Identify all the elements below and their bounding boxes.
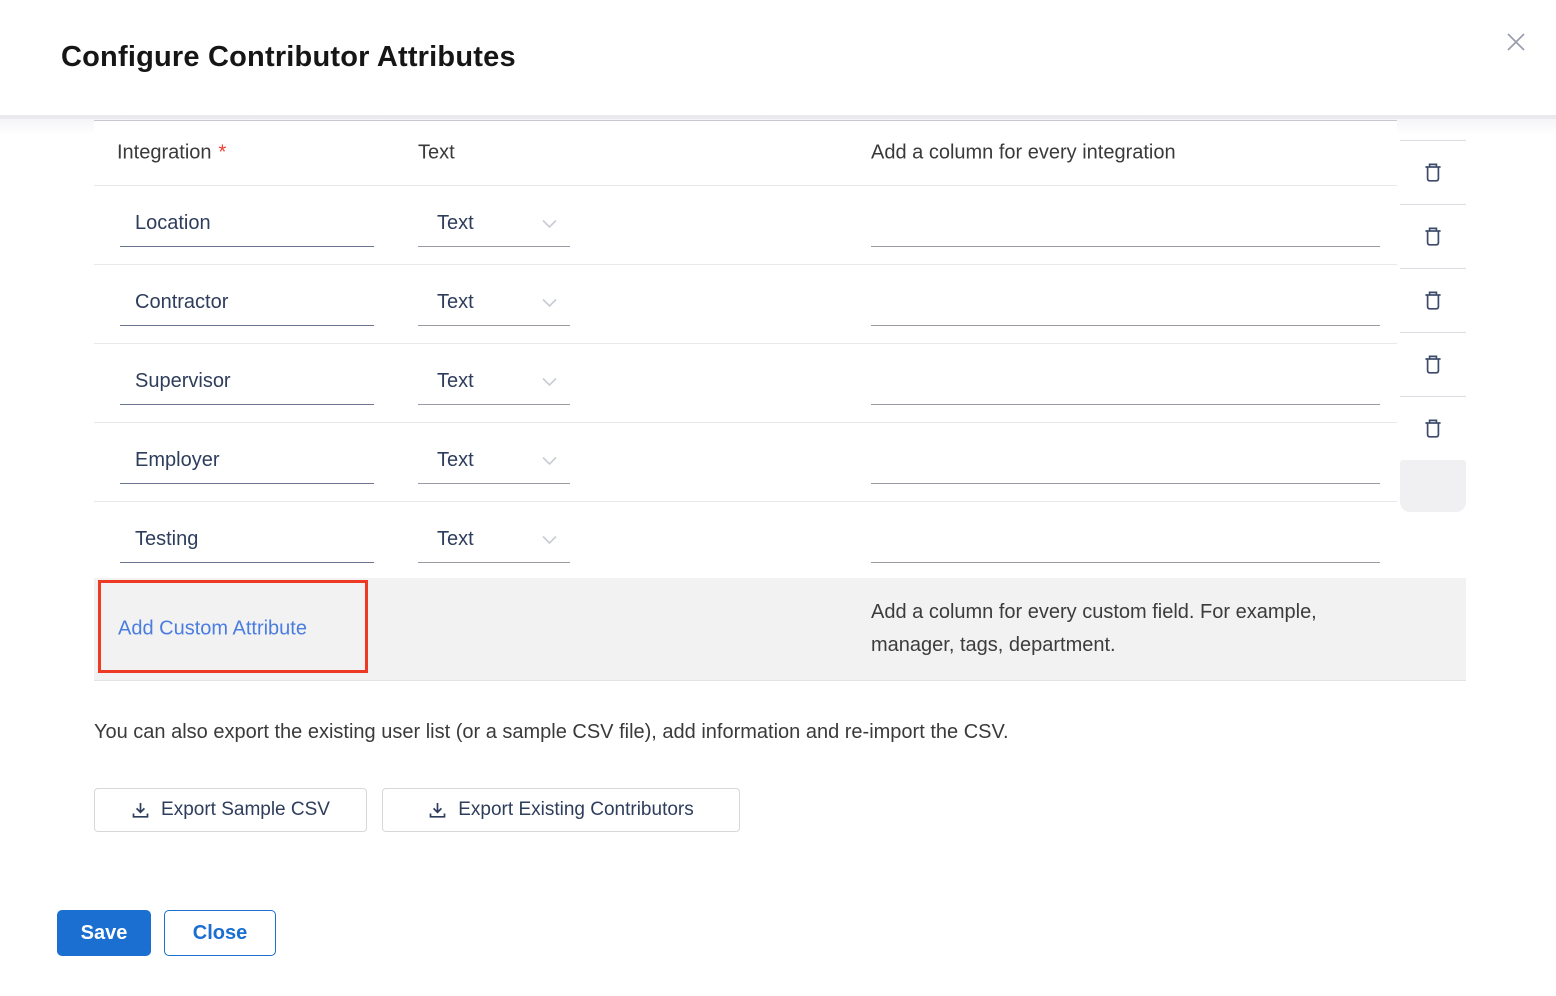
attribute-column-input[interactable] [871, 438, 1380, 484]
attribute-type-value: Text [437, 449, 474, 472]
attribute-column-input[interactable] [871, 517, 1380, 563]
integration-type-label: Text [418, 142, 455, 165]
chevron-down-icon [541, 455, 558, 466]
attribute-name-value: Supervisor [135, 370, 231, 393]
download-icon [131, 801, 150, 820]
export-sample-csv-button[interactable]: Export Sample CSV [94, 788, 367, 832]
attribute-name-value: Testing [135, 528, 198, 551]
attribute-type-select[interactable]: Text [418, 517, 570, 563]
attribute-type-select[interactable]: Text [418, 438, 570, 484]
delete-attribute-button[interactable] [1400, 396, 1466, 460]
attribute-name-value: Location [135, 212, 211, 235]
table-row: Supervisor Text [94, 344, 1397, 423]
export-existing-contributors-button[interactable]: Export Existing Contributors [382, 788, 740, 832]
attribute-name-input[interactable]: Testing [120, 517, 374, 563]
download-icon [428, 801, 447, 820]
trash-icon [1424, 290, 1442, 311]
attribute-name-value: Contractor [135, 291, 228, 314]
save-button[interactable]: Save [57, 910, 151, 956]
attribute-type-value: Text [437, 291, 474, 314]
chevron-down-icon [541, 218, 558, 229]
required-asterisk: * [219, 142, 227, 164]
attribute-column-input[interactable] [871, 359, 1380, 405]
export-sample-csv-label: Export Sample CSV [161, 799, 330, 821]
trash-icon [1424, 226, 1442, 247]
delete-attribute-button[interactable] [1400, 140, 1466, 204]
attribute-type-select[interactable]: Text [418, 201, 570, 247]
delete-attribute-button[interactable] [1400, 332, 1466, 396]
modal-close-button[interactable] [1496, 22, 1536, 62]
attribute-type-select[interactable]: Text [418, 280, 570, 326]
chevron-down-icon [541, 297, 558, 308]
attribute-type-value: Text [437, 212, 474, 235]
delete-attribute-button[interactable] [1400, 204, 1466, 268]
attribute-name-input[interactable]: Employer [120, 438, 374, 484]
trash-icon [1424, 162, 1442, 183]
export-hint: You can also export the existing user li… [94, 719, 1294, 745]
table-row: Employer Text [94, 423, 1397, 502]
attribute-type-value: Text [437, 528, 474, 551]
integration-label: Integration* [117, 142, 226, 165]
attribute-name-input[interactable]: Supervisor [120, 359, 374, 405]
custom-attribute-description: Add a column for every custom field. For… [871, 596, 1381, 662]
add-custom-attribute-link[interactable]: Add Custom Attribute [118, 618, 307, 641]
attribute-column-input[interactable] [871, 280, 1380, 326]
attribute-type-value: Text [437, 370, 474, 393]
empty-cell [1400, 460, 1466, 512]
table-row: Testing Text [94, 502, 1397, 578]
export-existing-contributors-label: Export Existing Contributors [458, 799, 694, 821]
export-buttons: Export Sample CSV Export Existing Contri… [94, 788, 740, 832]
delete-attribute-button[interactable] [1400, 268, 1466, 332]
attribute-name-value: Employer [135, 449, 219, 472]
attribute-type-select[interactable]: Text [418, 359, 570, 405]
close-icon [1503, 29, 1529, 55]
trash-icon [1424, 418, 1442, 439]
attribute-name-input[interactable]: Location [120, 201, 374, 247]
modal-footer: Save Close [57, 910, 276, 956]
configure-contributor-attributes-modal: Configure Contributor Attributes Integra… [0, 0, 1556, 996]
table-row: Contractor Text [94, 265, 1397, 344]
delete-buttons-column [1400, 140, 1466, 512]
table-row: Location Text [94, 186, 1397, 265]
page-title: Configure Contributor Attributes [61, 38, 516, 76]
chevron-down-icon [541, 376, 558, 387]
chevron-down-icon [541, 534, 558, 545]
attribute-name-input[interactable]: Contractor [120, 280, 374, 326]
add-custom-attribute-row: Add Custom Attribute Add a column for ev… [94, 578, 1466, 681]
attribute-column-input[interactable] [871, 201, 1380, 247]
trash-icon [1424, 354, 1442, 375]
table-row-integration: Integration* Text Add a column for every… [94, 121, 1397, 186]
integration-description: Add a column for every integration [871, 142, 1176, 165]
close-button[interactable]: Close [164, 910, 276, 956]
attributes-table: Integration* Text Add a column for every… [94, 120, 1397, 578]
